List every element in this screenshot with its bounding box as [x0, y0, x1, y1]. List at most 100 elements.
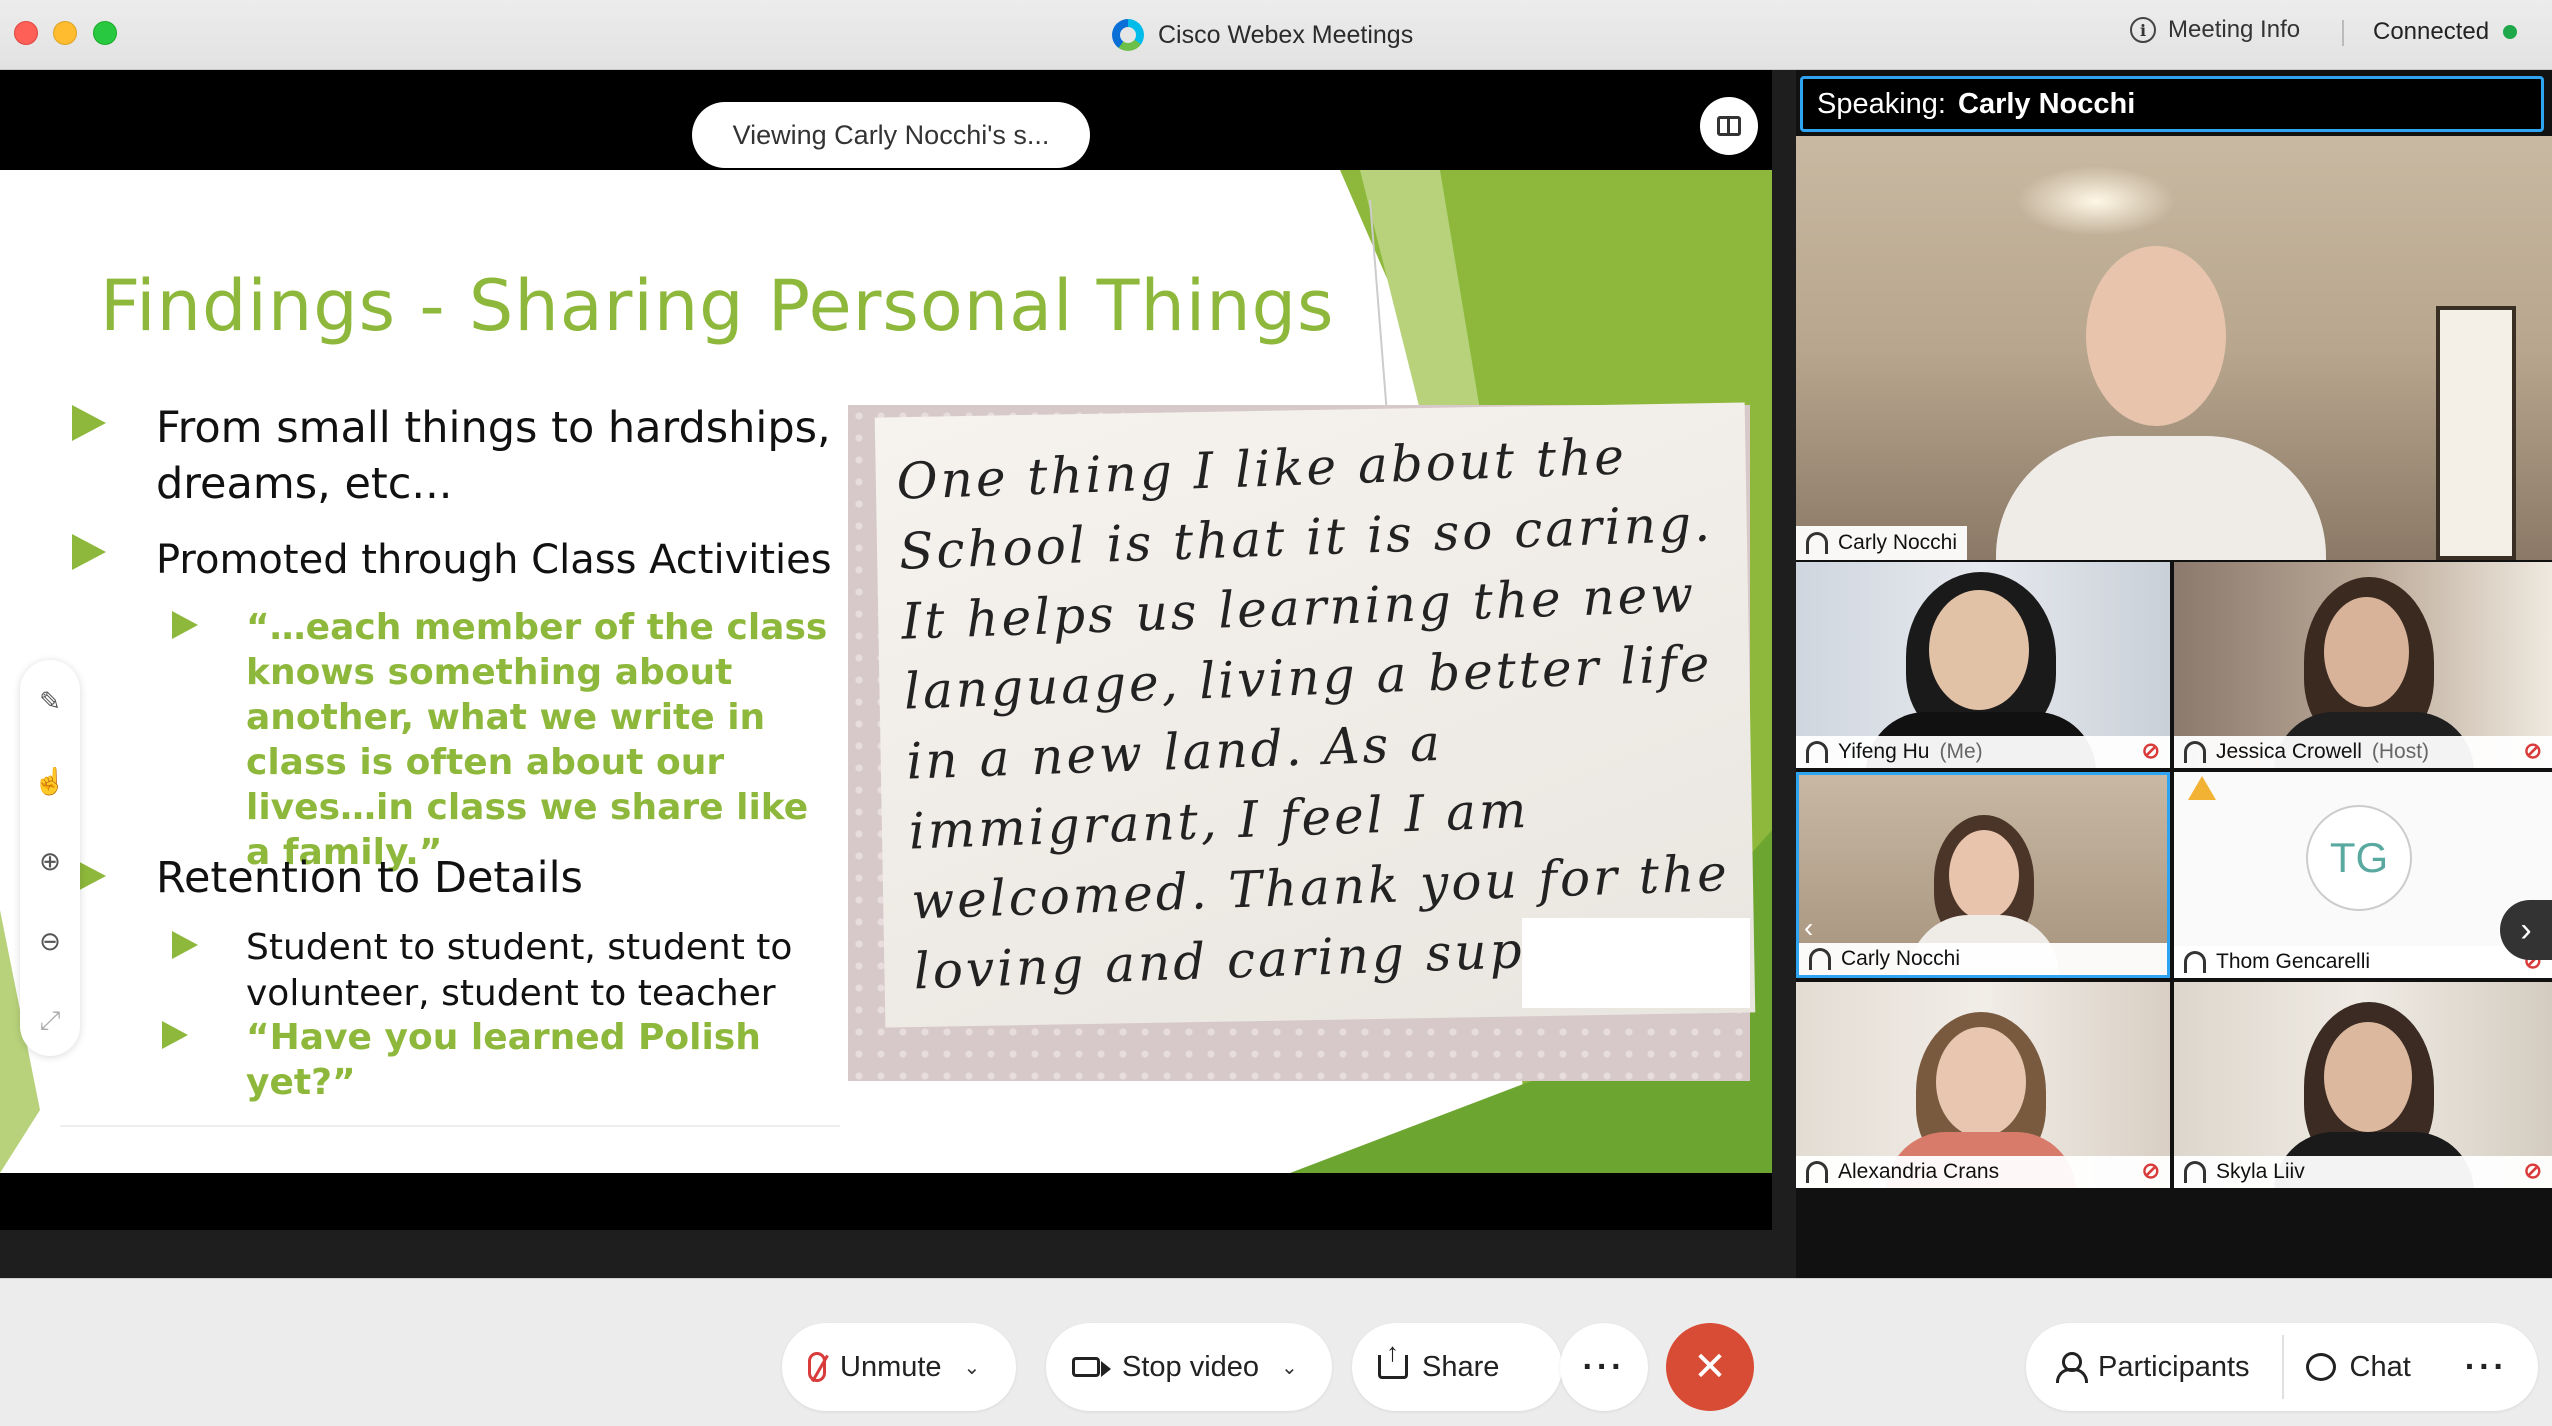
- chevron-down-icon[interactable]: ⌄: [1281, 1355, 1298, 1380]
- headset-icon: [1806, 532, 1828, 554]
- participants-icon: [2054, 1352, 2088, 1383]
- stop-video-button[interactable]: Stop video ⌄: [1046, 1323, 1332, 1411]
- slide-title: Findings - Sharing Personal Things: [100, 265, 1335, 347]
- title-divider: [2342, 20, 2344, 46]
- unmute-button[interactable]: Unmute ⌄: [782, 1323, 1016, 1411]
- slide-sub-bullet: “…each member of the class knows somethi…: [172, 605, 836, 875]
- viewing-share-pill[interactable]: Viewing Carly Nocchi's s...: [692, 102, 1090, 168]
- headset-icon: [2184, 951, 2206, 973]
- chevron-down-icon[interactable]: ⌄: [964, 1355, 981, 1380]
- mic-muted-icon: ⊘: [2141, 1158, 2160, 1183]
- bullet-arrow-icon: [72, 534, 106, 570]
- close-icon: ✕: [1693, 1345, 1727, 1389]
- more-panels-button[interactable]: ···: [2465, 1348, 2508, 1387]
- meeting-info-label: Meeting Info: [2168, 16, 2301, 43]
- participant-role: (Host): [2371, 740, 2430, 763]
- meeting-info-button[interactable]: i Meeting Info: [2130, 16, 2300, 44]
- participant-tile[interactable]: Jessica Crowell (Host) ⊘: [2174, 562, 2552, 768]
- participant-name: Thom Gencarelli: [2216, 950, 2371, 973]
- annotation-toolbar: ✎ ☝ ⊕ ⊖ ⤢: [20, 660, 80, 1056]
- headset-icon: [1806, 1161, 1828, 1183]
- bullet-text: Retention to Details: [156, 853, 583, 903]
- camera-icon: [1072, 1357, 1111, 1377]
- note-sticker: [1522, 918, 1750, 1008]
- participant-tile[interactable]: Alexandria Crans ⊘: [1796, 982, 2170, 1188]
- fit-icon[interactable]: ⤢: [20, 996, 80, 1046]
- close-window-button[interactable]: [14, 21, 38, 45]
- participant-label: Yifeng Hu (Me) ⊘: [1796, 736, 2170, 768]
- info-icon: i: [2130, 17, 2156, 43]
- share-stage: Viewing Carly Nocchi's s... Findings - S…: [0, 70, 1772, 1278]
- mic-muted-icon: ⊘: [2523, 1158, 2542, 1183]
- chevron-right-icon[interactable]: ›: [2500, 900, 2552, 960]
- participant-label: Jessica Crowell (Host) ⊘: [2174, 736, 2552, 768]
- more-icon: ···: [1582, 1347, 1626, 1386]
- participant-name: Jessica Crowell: [2216, 740, 2362, 763]
- participant-name: Carly Nocchi: [1841, 947, 1961, 970]
- participant-label: Skyla Liiv ⊘: [2174, 1156, 2552, 1188]
- stage-bottom-gap: [0, 1230, 1772, 1278]
- main-video-label: Carly Nocchi: [1796, 526, 1968, 560]
- layout-toggle-button[interactable]: [1700, 97, 1758, 155]
- connected-dot-icon: [2503, 25, 2518, 39]
- participant-label: Thom Gencarelli ⊘: [2174, 946, 2552, 978]
- share-label: Share: [1422, 1350, 1500, 1383]
- mic-muted-icon: ⊘: [2523, 738, 2542, 763]
- slide-bullet: Retention to Details: [72, 850, 846, 906]
- chat-icon: [2305, 1353, 2336, 1381]
- active-speaker-video[interactable]: Carly Nocchi: [1796, 136, 2552, 560]
- pointer-icon[interactable]: ☝: [20, 756, 80, 806]
- bullet-arrow-icon: [172, 611, 198, 639]
- more-options-button[interactable]: ···: [1560, 1323, 1648, 1411]
- layout-icon: [1717, 116, 1741, 136]
- headset-icon: [1806, 741, 1828, 763]
- mic-muted-icon: ⊘: [2141, 738, 2160, 763]
- participant-face: [2324, 1022, 2412, 1132]
- bullet-text: Promoted through Class Activities: [156, 537, 832, 583]
- app-title: Cisco Webex Meetings: [1112, 17, 1413, 53]
- stop-video-label: Stop video: [1122, 1350, 1260, 1383]
- chevron-left-icon[interactable]: ‹: [1804, 912, 1813, 944]
- mic-muted-icon: [808, 1352, 826, 1382]
- zoom-in-icon[interactable]: ⊕: [20, 836, 80, 886]
- participant-tile[interactable]: Yifeng Hu (Me) ⊘: [1796, 562, 2170, 768]
- zoom-out-icon[interactable]: ⊖: [20, 916, 80, 966]
- headset-icon: [2184, 741, 2206, 763]
- bullet-text: From small things to hardships, dreams, …: [156, 403, 831, 509]
- fullscreen-window-button[interactable]: [93, 21, 117, 45]
- share-icon: [1378, 1337, 1408, 1379]
- pen-icon[interactable]: ✎: [20, 676, 80, 726]
- bullet-arrow-icon: [162, 1021, 188, 1049]
- bullet-text: Student to student, student to volunteer…: [246, 927, 793, 1014]
- speaking-name: Carly Nocchi: [1958, 87, 2136, 120]
- participants-button[interactable]: Participants: [2098, 1351, 2250, 1384]
- webex-logo-icon: [1112, 19, 1144, 51]
- participant-name: Skyla Liiv: [2216, 1160, 2305, 1183]
- participant-tile[interactable]: Carly Nocchi: [1796, 772, 2170, 978]
- minimize-window-button[interactable]: [53, 21, 77, 45]
- participant-tile[interactable]: Skyla Liiv ⊘: [2174, 982, 2552, 1188]
- participant-name: Carly Nocchi: [1838, 531, 1958, 554]
- speaking-prefix: Speaking:: [1817, 87, 1946, 120]
- shared-slide: Findings - Sharing Personal Things From …: [0, 170, 1772, 1173]
- title-bar: Cisco Webex Meetings i Meeting Info Conn…: [0, 0, 2552, 70]
- app-title-text: Cisco Webex Meetings: [1158, 20, 1414, 49]
- participant-label: Alexandria Crans ⊘: [1796, 1156, 2170, 1188]
- participant-name: Alexandria Crans: [1838, 1160, 2000, 1183]
- end-meeting-button[interactable]: ✕: [1666, 1323, 1754, 1411]
- slide-sub-bullet: Student to student, student to volunteer…: [172, 925, 806, 1017]
- share-button[interactable]: Share: [1352, 1323, 1562, 1411]
- slide-bullet: Promoted through Class Activities: [72, 532, 896, 588]
- warning-icon: [2188, 776, 2216, 800]
- connection-status-label: Connected: [2373, 18, 2490, 45]
- bullet-arrow-icon: [72, 405, 106, 441]
- participant-face: [1929, 590, 2029, 710]
- chat-button[interactable]: Chat: [2350, 1351, 2411, 1384]
- active-speaker-banner: Speaking: Carly Nocchi: [1800, 76, 2544, 132]
- headset-icon: [1809, 948, 1831, 970]
- headset-icon: [2184, 1161, 2206, 1183]
- participant-face: [1936, 1027, 2026, 1137]
- avatar: TG: [2306, 805, 2412, 911]
- slide-bullet: From small things to hardships, dreams, …: [72, 400, 846, 512]
- participant-label: Carly Nocchi: [1799, 943, 2167, 975]
